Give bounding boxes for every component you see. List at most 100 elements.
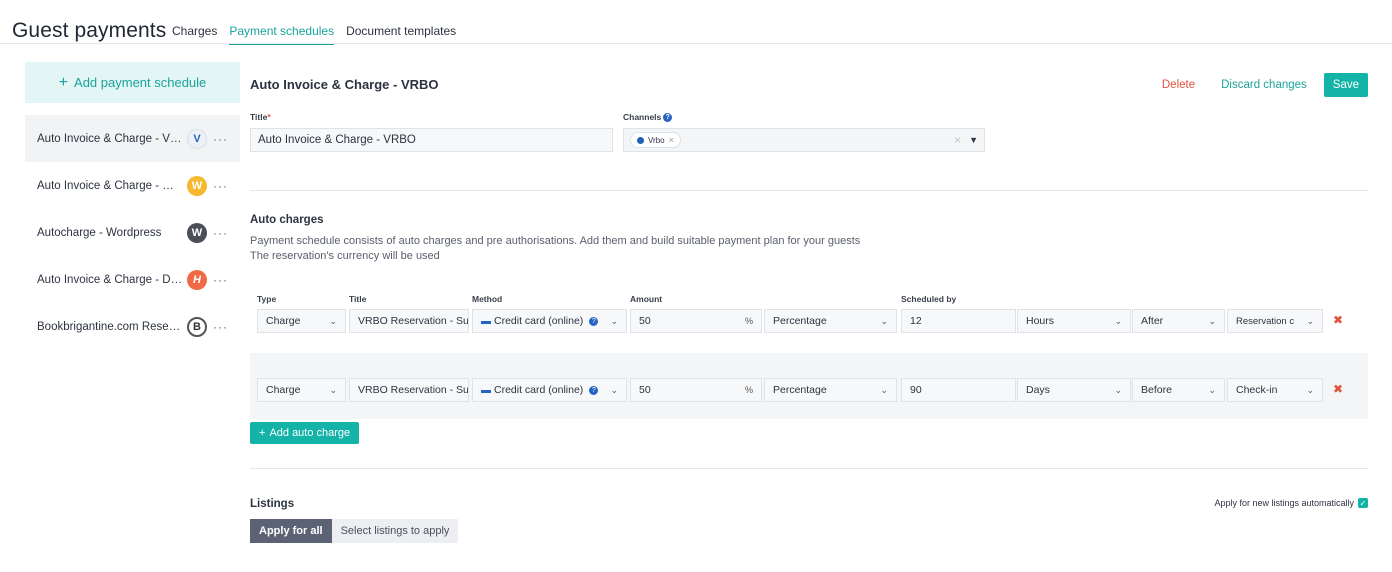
more-options-icon[interactable]: ··· xyxy=(213,226,228,240)
schedule-item-wordpress[interactable]: Autocharge - Wordpress W ··· xyxy=(25,209,240,256)
col-type-label: Type xyxy=(257,294,277,304)
schedule-unit-select[interactable]: Days ⌄ xyxy=(1017,378,1131,402)
channels-label-text: Channels xyxy=(623,112,662,122)
listings-apply-toggle: Apply for all Select listings to apply xyxy=(250,519,459,543)
amount-unit-select[interactable]: Percentage ⌄ xyxy=(764,309,897,333)
channels-select[interactable]: Vrbo × × ▼ xyxy=(623,128,985,152)
auto-charges-currency-note: The reservation's currency will be used xyxy=(250,250,440,262)
delete-button[interactable]: Delete xyxy=(1162,79,1195,91)
section-divider xyxy=(250,190,1368,191)
remove-chip-icon[interactable]: × xyxy=(669,135,674,145)
schedule-item-direct[interactable]: Auto Invoice & Charge - Direct H ··· xyxy=(25,256,240,303)
schedule-item-website[interactable]: Auto Invoice & Charge - Website W ··· xyxy=(25,162,240,209)
channel-dot-icon xyxy=(637,136,644,144)
credit-card-icon: ▬ xyxy=(481,315,491,327)
add-payment-schedule-label: Add payment schedule xyxy=(74,75,207,90)
chevron-down-icon: ⌄ xyxy=(1208,315,1216,326)
payment-method-select[interactable]: ▬ Credit card (online)? ⌄ xyxy=(472,378,627,402)
tab-document-templates[interactable]: Document templates xyxy=(346,24,456,45)
col-method-label: Method xyxy=(472,294,503,304)
auto-charges-title: Auto charges xyxy=(250,214,324,226)
more-options-icon[interactable]: ··· xyxy=(213,132,228,146)
schedule-relation-select[interactable]: Before ⌄ xyxy=(1132,378,1225,402)
charge-type-value: Charge xyxy=(266,315,301,327)
amount-input[interactable]: 50% xyxy=(630,378,762,402)
add-auto-charge-label: Add auto charge xyxy=(269,427,351,439)
vrbo-icon: V xyxy=(187,128,207,149)
help-icon[interactable]: ? xyxy=(663,113,673,123)
required-marker: * xyxy=(267,112,271,122)
wordpress-icon: W xyxy=(187,222,207,243)
plus-icon: + xyxy=(58,73,69,91)
schedule-list: Auto Invoice & Charge - VRBO V ··· Auto … xyxy=(25,115,240,350)
auto-apply-option: Apply for new listings automatically ✓ xyxy=(1214,498,1368,508)
charge-type-select[interactable]: Charge ⌄ xyxy=(257,309,346,333)
title-field-label: Title* xyxy=(250,112,271,122)
col-scheduled-by-label: Scheduled by xyxy=(901,294,957,304)
schedule-value-input[interactable]: 12 xyxy=(901,309,1016,333)
auto-charges-description: Payment schedule consists of auto charge… xyxy=(250,235,861,247)
apply-for-all-button[interactable]: Apply for all xyxy=(250,519,332,543)
help-icon[interactable]: ? xyxy=(589,385,599,395)
amount-input[interactable]: 50% xyxy=(630,309,762,333)
schedule-unit-value: Hours xyxy=(1026,315,1055,327)
more-options-icon[interactable]: ··· xyxy=(213,320,228,334)
chevron-down-icon: ⌄ xyxy=(610,384,618,395)
charge-title-input[interactable]: VRBO Reservation - Su xyxy=(349,309,469,333)
booking-site-icon: B xyxy=(187,316,207,337)
schedule-item-bookbrigantine[interactable]: Bookbrigantine.com Reservation B ··· xyxy=(25,303,240,350)
chevron-down-icon: ⌄ xyxy=(1208,384,1216,395)
remove-charge-icon[interactable]: ✖ xyxy=(1333,313,1343,327)
charge-type-select[interactable]: Charge ⌄ xyxy=(257,378,346,402)
title-input[interactable]: Auto Invoice & Charge - VRBO xyxy=(250,128,613,152)
plus-icon: + xyxy=(259,427,266,439)
schedule-item-label: Autocharge - Wordpress xyxy=(37,226,162,239)
schedule-item-vrbo[interactable]: Auto Invoice & Charge - VRBO V ··· xyxy=(25,115,240,162)
amount-value: 50 xyxy=(639,315,651,327)
help-icon[interactable]: ? xyxy=(589,316,599,326)
more-options-icon[interactable]: ··· xyxy=(213,273,228,287)
add-payment-schedule-button[interactable]: + Add payment schedule xyxy=(25,62,240,103)
schedule-anchor-value: Reservation c xyxy=(1236,315,1295,327)
select-listings-button[interactable]: Select listings to apply xyxy=(331,519,459,543)
chevron-down-icon: ⌄ xyxy=(329,384,337,395)
schedule-unit-select[interactable]: Hours ⌄ xyxy=(1017,309,1131,333)
schedule-relation-select[interactable]: After ⌄ xyxy=(1132,309,1225,333)
channel-chip-vrbo: Vrbo × xyxy=(630,132,681,148)
schedule-relation-value: After xyxy=(1141,315,1164,327)
channel-chip-label: Vrbo xyxy=(648,135,665,145)
save-button[interactable]: Save xyxy=(1323,73,1368,97)
listings-title: Listings xyxy=(250,498,295,510)
payment-method-select[interactable]: ▬ Credit card (online)? ⌄ xyxy=(472,309,627,333)
discard-changes-button[interactable]: Discard changes xyxy=(1221,79,1307,91)
schedule-item-label: Auto Invoice & Charge - VRBO xyxy=(37,132,183,145)
charge-type-value: Charge xyxy=(266,384,301,396)
clear-selection-icon[interactable]: × xyxy=(954,133,961,147)
chevron-down-icon: ⌄ xyxy=(880,384,888,395)
schedule-anchor-select[interactable]: Check-in ⌄ xyxy=(1227,378,1323,402)
more-options-icon[interactable]: ··· xyxy=(213,179,228,193)
schedule-anchor-select[interactable]: Reservation c ⌄ xyxy=(1227,309,1323,333)
amount-unit-select[interactable]: Percentage ⌄ xyxy=(764,378,897,402)
remove-charge-icon[interactable]: ✖ xyxy=(1333,382,1343,396)
form-actions: Delete Discard changes Save xyxy=(1162,73,1368,97)
tab-charges[interactable]: Charges xyxy=(172,24,217,45)
chevron-down-icon: ⌄ xyxy=(880,315,888,326)
schedule-item-label: Auto Invoice & Charge - Direct xyxy=(37,273,183,286)
add-auto-charge-button[interactable]: + Add auto charge xyxy=(250,422,360,444)
schedule-sidebar: + Add payment schedule Auto Invoice & Ch… xyxy=(25,62,240,350)
chevron-down-icon[interactable]: ▼ xyxy=(969,135,978,145)
chevron-down-icon: ⌄ xyxy=(1114,315,1122,326)
col-title-label: Title xyxy=(349,294,367,304)
direct-icon: H xyxy=(187,269,207,290)
tab-payment-schedules[interactable]: Payment schedules xyxy=(229,24,335,45)
chevron-down-icon: ⌄ xyxy=(1306,315,1314,326)
auto-apply-checkbox[interactable]: ✓ xyxy=(1358,498,1368,508)
credit-card-icon: ▬ xyxy=(481,384,491,396)
amount-unit-value: Percentage xyxy=(773,384,827,396)
amount-unit-value: Percentage xyxy=(773,315,827,327)
schedule-value-input[interactable]: 90 xyxy=(901,378,1016,402)
percent-icon: % xyxy=(744,316,753,326)
charge-title-input[interactable]: VRBO Reservation - Su xyxy=(349,378,469,402)
payment-method-value: Credit card (online) xyxy=(494,384,584,396)
